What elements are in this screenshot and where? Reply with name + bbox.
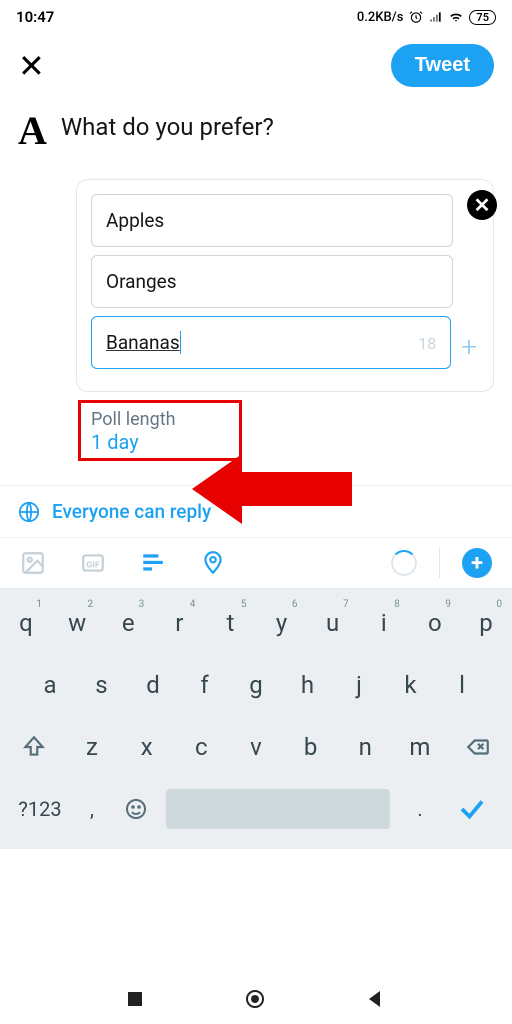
poll-length-label: Poll length <box>91 409 229 430</box>
reply-setting-label: Everyone can reply <box>52 500 211 523</box>
key-k[interactable]: k <box>389 659 433 711</box>
nav-recent-button[interactable] <box>126 990 144 1012</box>
symbols-key[interactable]: ?123 <box>10 783 70 835</box>
key-e[interactable]: e3 <box>106 597 150 649</box>
poll-choice-3-text: Bananas <box>106 331 181 354</box>
remove-poll-button[interactable]: ✕ <box>467 190 497 220</box>
backspace-key[interactable] <box>448 721 508 773</box>
signal-icon <box>429 10 443 24</box>
annotation-arrow-icon <box>192 454 352 524</box>
key-d[interactable]: d <box>131 659 175 711</box>
poll-card: ✕ Apples Oranges Bananas 18 + <box>76 179 494 392</box>
poll-choice-1[interactable]: Apples <box>91 194 453 247</box>
emoji-key[interactable] <box>114 783 158 835</box>
char-count: 18 <box>418 334 436 353</box>
close-button[interactable]: ✕ <box>18 50 45 82</box>
nav-home-button[interactable] <box>244 988 266 1014</box>
key-c[interactable]: c <box>179 721 223 773</box>
key-r[interactable]: r4 <box>157 597 201 649</box>
image-icon[interactable] <box>20 550 46 576</box>
poll-icon[interactable] <box>140 550 166 576</box>
key-i[interactable]: i8 <box>362 597 406 649</box>
globe-icon <box>18 501 40 523</box>
key-w[interactable]: w2 <box>55 597 99 649</box>
key-u[interactable]: u7 <box>311 597 355 649</box>
add-choice-button[interactable]: + <box>457 330 481 363</box>
add-thread-button[interactable]: + <box>462 548 492 578</box>
poll-length-setting[interactable]: Poll length 1 day <box>78 400 242 461</box>
key-n[interactable]: n <box>343 721 387 773</box>
key-p[interactable]: p0 <box>464 597 508 649</box>
key-x[interactable]: x <box>125 721 169 773</box>
key-l[interactable]: l <box>440 659 484 711</box>
key-y[interactable]: y6 <box>260 597 304 649</box>
status-speed: 0.2KB/s <box>357 10 404 25</box>
compose-header: ✕ Tweet <box>0 30 512 101</box>
nav-back-button[interactable] <box>366 989 386 1013</box>
period-key[interactable]: . <box>398 783 442 835</box>
poll-length-value: 1 day <box>91 430 229 454</box>
status-right: 0.2KB/s 75 <box>357 10 496 25</box>
key-f[interactable]: f <box>183 659 227 711</box>
key-s[interactable]: s <box>80 659 124 711</box>
key-z[interactable]: z <box>70 721 114 773</box>
location-icon[interactable] <box>200 550 226 576</box>
wifi-icon <box>449 10 463 24</box>
status-time: 10:47 <box>16 8 54 26</box>
key-j[interactable]: j <box>337 659 381 711</box>
character-count-ring <box>391 550 417 576</box>
poll-choice-3[interactable]: Bananas 18 <box>91 316 451 369</box>
gif-icon[interactable]: GIF <box>80 550 106 576</box>
key-v[interactable]: v <box>234 721 278 773</box>
key-o[interactable]: o9 <box>413 597 457 649</box>
compose-area: A What do you prefer? <box>0 101 512 151</box>
key-a[interactable]: a <box>28 659 72 711</box>
avatar: A <box>18 111 47 151</box>
tweet-button[interactable]: Tweet <box>391 44 494 87</box>
key-t[interactable]: t5 <box>208 597 252 649</box>
key-q[interactable]: q1 <box>4 597 48 649</box>
svg-text:GIF: GIF <box>86 560 99 570</box>
key-h[interactable]: h <box>286 659 330 711</box>
toolbar-separator <box>439 548 440 578</box>
shift-key[interactable] <box>4 721 64 773</box>
space-key[interactable] <box>166 789 390 829</box>
comma-key[interactable]: , <box>70 783 114 835</box>
battery-icon: 75 <box>469 10 496 25</box>
enter-key[interactable] <box>442 783 502 835</box>
key-m[interactable]: m <box>398 721 442 773</box>
key-b[interactable]: b <box>289 721 333 773</box>
key-g[interactable]: g <box>234 659 278 711</box>
keyboard: q1w2e3r4t5y6u7i8o9p0 asdfghjkl zxcvbnm ?… <box>0 589 512 849</box>
poll-choice-2[interactable]: Oranges <box>91 255 453 308</box>
status-bar: 10:47 0.2KB/s 75 <box>0 0 512 30</box>
compose-toolbar: GIF + <box>0 538 512 589</box>
system-nav-bar <box>0 978 512 1024</box>
alarm-icon <box>409 10 423 24</box>
tweet-text-input[interactable]: What do you prefer? <box>61 111 274 151</box>
